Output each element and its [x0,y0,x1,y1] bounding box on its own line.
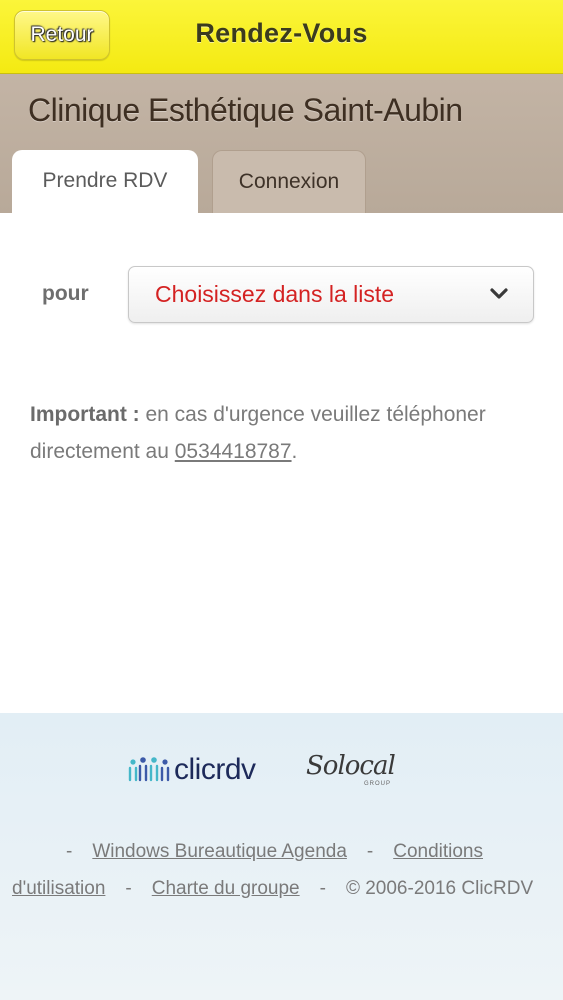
service-select[interactable]: Choisissez dans la liste [128,266,534,323]
tab-connexion[interactable]: Connexion [212,150,366,213]
footer-links: - Windows Bureautique Agenda - Conditions d… [12,833,557,907]
notice-important-label: Important : [30,403,140,426]
select-value: Choisissez dans la liste [155,281,395,307]
windows-agenda-link[interactable]: Windows Bureautique Agenda [92,841,347,862]
notice-period: . [291,440,298,463]
solocal-group-text: GROUP [364,781,392,787]
clinic-name: Clinique Esthétique Saint-Aubin [28,92,463,128]
people-icon [128,756,170,784]
clicrdv-logo[interactable]: clicrdv [128,753,256,787]
pour-label: pour [42,282,89,305]
separator: - [319,878,326,899]
solocal-logo-text: Solocal [306,751,396,781]
page-title: Rendez-Vous [195,18,368,48]
urgency-notice: Important : en cas d'urgence veuillez té… [30,396,535,470]
charte-link[interactable]: Charte du groupe [152,878,300,899]
separator: - [125,878,132,899]
conditions-link[interactable]: Conditions [393,841,483,862]
conditions-link-continued[interactable]: d'utilisation [12,878,105,899]
phone-link[interactable]: 0534418787 [175,440,292,463]
clicrdv-logo-text: clicrdv [174,753,256,786]
top-bar: Retour Rendez-Vous [0,0,563,74]
copyright: © 2006-2016 ClicRDV [345,878,534,899]
solocal-logo[interactable]: Solocal GROUP [306,747,416,791]
chevron-down-icon [490,288,508,299]
footer: clicrdv Solocal GROUP - Windows Bureautiq… [0,713,563,1000]
clinic-header: Clinique Esthétique Saint-Aubin Prendre … [0,74,563,213]
tab-prendre-rdv[interactable]: Prendre RDV [12,150,198,213]
